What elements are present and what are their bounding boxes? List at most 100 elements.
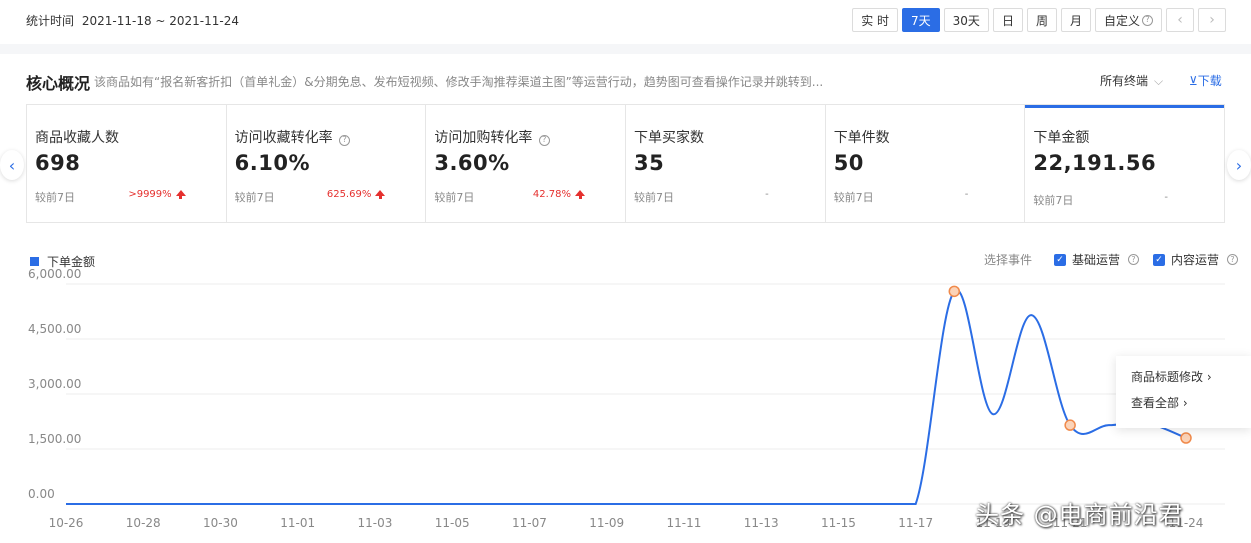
range-button-group: 实 时 7天 30天 日 周 月 自定义 ? ‹ › (852, 8, 1226, 32)
chevron-right-icon: › (1209, 12, 1215, 28)
kpi-label: 访问收藏转化率 (234, 130, 333, 146)
range-button-30d[interactable]: 30天 (943, 8, 989, 32)
stat-time-label: 统计时间 (26, 14, 75, 28)
kpi-delta: - (765, 189, 769, 200)
kpi-label-wrap: 访问收藏转化率 ? (235, 127, 418, 147)
kpi-compare: 较前7日 (1033, 194, 1074, 207)
kpi-delta: >9999% (128, 189, 186, 200)
chevron-left-icon: ‹ (1177, 12, 1183, 28)
kpi-compare: 较前7日 (35, 191, 75, 204)
popup-item-label: 商品标题修改 (1131, 370, 1204, 384)
kpi-label: 访问加购转化率 (434, 130, 533, 146)
arrow-up-icon (375, 189, 386, 199)
y-tick-label: 6,000.00 (28, 267, 81, 281)
event-popup: 商品标题修改 › 查看全部 › (1116, 356, 1251, 428)
date-range: 2021-11-18 ~ 2021-11-24 (81, 14, 240, 28)
help-icon[interactable]: ? (339, 134, 351, 146)
y-tick-label: 3,000.00 (28, 377, 81, 391)
next-period-button[interactable]: › (1198, 8, 1226, 32)
kpi-delta-value: 625.69% (326, 189, 372, 200)
y-tick-label: 0.00 (28, 487, 55, 501)
popup-item-title-change[interactable]: 商品标题修改 › (1131, 368, 1236, 394)
chevron-right-icon: › (1182, 396, 1188, 410)
x-tick-label: 10-30 (203, 516, 238, 530)
range-button-7d[interactable]: 7天 (902, 8, 940, 32)
kpi-card-active[interactable]: 下单金额 22,191.56 较前7日 - (1025, 105, 1225, 222)
cards-next-button[interactable]: › (1227, 150, 1251, 180)
x-tick-label: 11-01 (280, 516, 315, 530)
range-button-custom[interactable]: 自定义 ? (1094, 8, 1162, 32)
kpi-value: 22,191.56 (1033, 151, 1157, 175)
range-button-week[interactable]: 周 (1026, 8, 1057, 32)
popup-item-label: 查看全部 (1131, 396, 1180, 410)
x-tick-label: 10-26 (49, 516, 84, 530)
top-bar: 统计时间 2021-11-18 ~ 2021-11-24 实 时 7天 30天 … (0, 0, 1251, 44)
kpi-value: 698 (35, 151, 81, 175)
kpi-label: 商品收藏人数 (35, 130, 119, 146)
kpi-label: 下单买家数 (634, 130, 705, 146)
kpi-label: 下单金额 (1033, 130, 1090, 146)
kpi-delta: - (964, 189, 969, 200)
kpi-label-wrap: 访问加购转化率 ? (434, 127, 617, 147)
download-icon: ⊻ (1189, 74, 1198, 88)
kpi-compare: 较前7日 (434, 191, 475, 204)
x-tick-label: 11-07 (512, 516, 547, 530)
x-tick-label: 11-15 (821, 516, 856, 530)
cards-prev-button[interactable]: ‹ (0, 150, 24, 180)
kpi-value: 50 (833, 151, 864, 175)
x-tick-label: 11-09 (589, 516, 624, 530)
kpi-delta: - (1164, 192, 1169, 203)
chevron-right-icon: › (1206, 370, 1212, 384)
kpi-card[interactable]: 商品收藏人数 698 较前7日 >9999% (27, 105, 227, 222)
kpi-value: 6.10% (234, 151, 311, 175)
arrow-up-icon (575, 189, 586, 199)
chevron-right-icon: › (1235, 155, 1243, 175)
kpi-card[interactable]: 下单件数 50 较前7日 - (826, 105, 1026, 222)
terminal-label: 所有终端 (1100, 74, 1149, 88)
kpi-delta: 625.69% (327, 189, 386, 200)
x-tick-label: 11-11 (666, 516, 701, 530)
download-label: 下载 (1197, 74, 1222, 88)
y-tick-label: 4,500.00 (28, 322, 81, 336)
kpi-compare: 较前7日 (833, 191, 874, 204)
x-tick-label: 11-05 (435, 516, 470, 530)
core-overview-panel: 核心概况 该商品如有“报名新客折扣（首单礼金）&分期免息、发布短视频、修改手淘推… (0, 54, 1251, 543)
series-line (66, 289, 1187, 505)
help-icon[interactable]: ? (538, 134, 550, 146)
kpi-cards: 商品收藏人数 698 较前7日 >9999% 访问收藏转化率 ? 6.10% 较… (26, 104, 1225, 223)
watermark: 头条 @电商前沿君 (975, 501, 1184, 529)
kpi-value: 3.60% (434, 151, 510, 175)
arrow-up-icon (175, 189, 186, 199)
range-button-month[interactable]: 月 (1060, 8, 1091, 32)
kpi-delta-value: 42.78% (532, 189, 572, 200)
stat-time: 统计时间 2021-11-18 ~ 2021-11-24 (26, 12, 239, 29)
event-marker[interactable] (1064, 419, 1076, 431)
x-tick-label: 11-03 (358, 516, 393, 530)
event-marker[interactable] (1180, 432, 1192, 444)
kpi-delta: 42.78% (532, 189, 586, 200)
terminal-select[interactable]: 所有终端 ⌵ (1100, 72, 1163, 89)
x-tick-label: 11-17 (898, 516, 933, 530)
kpi-label: 下单件数 (833, 130, 890, 146)
custom-label: 自定义 (1103, 13, 1140, 28)
kpi-delta-value: >9999% (128, 189, 172, 200)
range-button-realtime[interactable]: 实 时 (852, 8, 899, 32)
kpi-card[interactable]: 访问收藏转化率 ? 6.10% 较前7日 625.69% (227, 105, 427, 222)
x-tick-label: 10-28 (126, 516, 161, 530)
kpi-value: 35 (634, 151, 665, 175)
chevron-left-icon: ‹ (8, 155, 16, 175)
range-button-day[interactable]: 日 (992, 8, 1023, 32)
kpi-card[interactable]: 访问加购转化率 ? 3.60% 较前7日 42.78% (426, 105, 627, 222)
chevron-down-icon: ⌵ (1154, 74, 1164, 88)
x-tick-label: 11-13 (744, 516, 779, 530)
help-icon: ? (1142, 14, 1153, 26)
download-link[interactable]: ⊻下载 (1189, 72, 1222, 89)
popup-item-view-all[interactable]: 查看全部 › (1131, 394, 1236, 420)
kpi-compare: 较前7日 (234, 191, 275, 204)
kpi-card[interactable]: 下单买家数 35 较前7日 - (626, 105, 826, 222)
kpi-compare: 较前7日 (634, 191, 675, 204)
prev-period-button[interactable]: ‹ (1166, 8, 1194, 32)
event-marker[interactable] (948, 285, 961, 298)
y-tick-label: 1,500.00 (28, 432, 81, 446)
page-title: 核心概况 (26, 74, 91, 93)
